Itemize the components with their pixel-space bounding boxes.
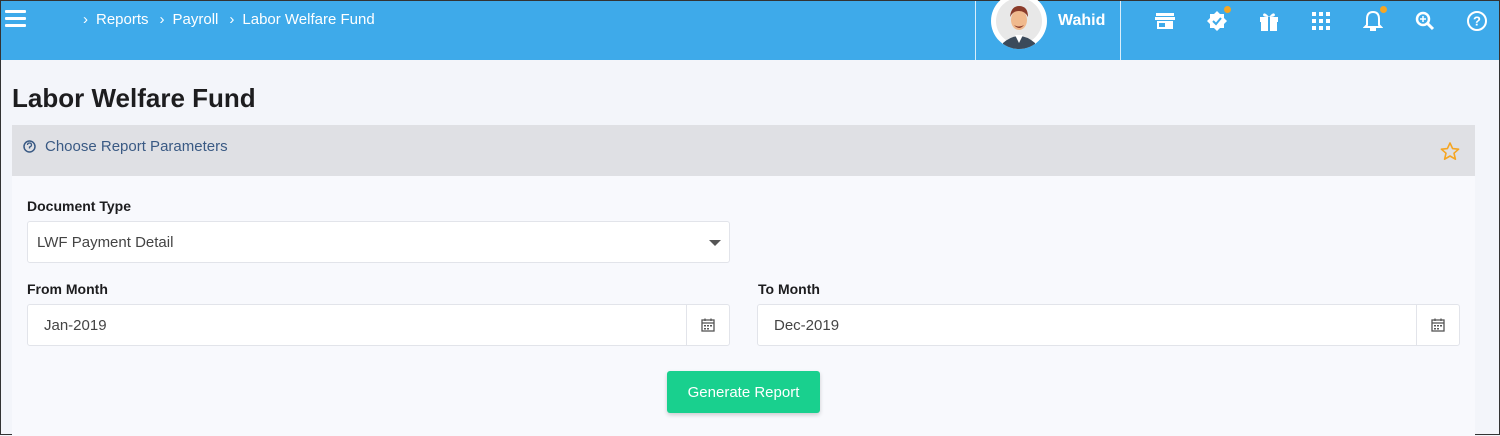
to-month-label: To Month	[758, 281, 820, 297]
store-icon[interactable]	[1139, 1, 1191, 41]
breadcrumb-chevron-icon: ›	[83, 11, 88, 28]
search-zoom-icon[interactable]	[1399, 1, 1451, 41]
breadcrumb: › Reports › Payroll › Labor Welfare Fund	[83, 11, 386, 28]
notification-dot	[1380, 6, 1387, 13]
from-month-label: From Month	[27, 281, 108, 297]
breadcrumb-reports[interactable]: Reports	[96, 11, 149, 28]
breadcrumb-payroll[interactable]: Payroll	[173, 11, 219, 28]
top-navigation-bar: › Reports › Payroll › Labor Welfare Fund…	[1, 0, 1500, 60]
svg-text:?: ?	[1473, 14, 1481, 29]
calendar-icon[interactable]	[686, 305, 729, 345]
bell-icon[interactable]	[1347, 1, 1399, 41]
verified-badge-icon[interactable]	[1191, 1, 1243, 41]
panel-title: Choose Report Parameters	[45, 138, 228, 155]
document-type-value: LWF Payment Detail	[37, 234, 174, 251]
menu-icon[interactable]	[5, 10, 26, 28]
to-month-field[interactable]: Dec-2019	[757, 304, 1460, 346]
gift-icon[interactable]	[1243, 1, 1295, 41]
calendar-icon[interactable]	[1416, 305, 1459, 345]
breadcrumb-labor-welfare-fund: Labor Welfare Fund	[242, 11, 375, 28]
star-icon[interactable]	[1440, 142, 1460, 166]
notification-dot	[1224, 6, 1231, 13]
to-month-value: Dec-2019	[774, 317, 840, 334]
from-month-field[interactable]: Jan-2019	[27, 304, 730, 346]
page-title: Labor Welfare Fund	[12, 83, 256, 113]
breadcrumb-chevron-icon: ›	[159, 11, 165, 28]
username[interactable]: Wahid	[1058, 12, 1105, 30]
panel-header: Choose Report Parameters	[12, 125, 1475, 176]
chevron-down-icon	[709, 240, 721, 246]
help-icon[interactable]: ?	[1451, 1, 1500, 41]
toolbar-icons: ?	[1139, 1, 1500, 41]
user-profile[interactable]: Wahid	[975, 0, 1121, 60]
document-type-label: Document Type	[27, 198, 131, 214]
help-circle-icon[interactable]	[23, 140, 36, 158]
document-type-select[interactable]: LWF Payment Detail	[27, 221, 730, 263]
generate-report-button[interactable]: Generate Report	[667, 371, 820, 413]
avatar[interactable]	[991, 0, 1047, 49]
breadcrumb-chevron-icon: ›	[229, 11, 235, 28]
apps-grid-icon[interactable]	[1295, 1, 1347, 41]
from-month-value: Jan-2019	[44, 317, 107, 334]
